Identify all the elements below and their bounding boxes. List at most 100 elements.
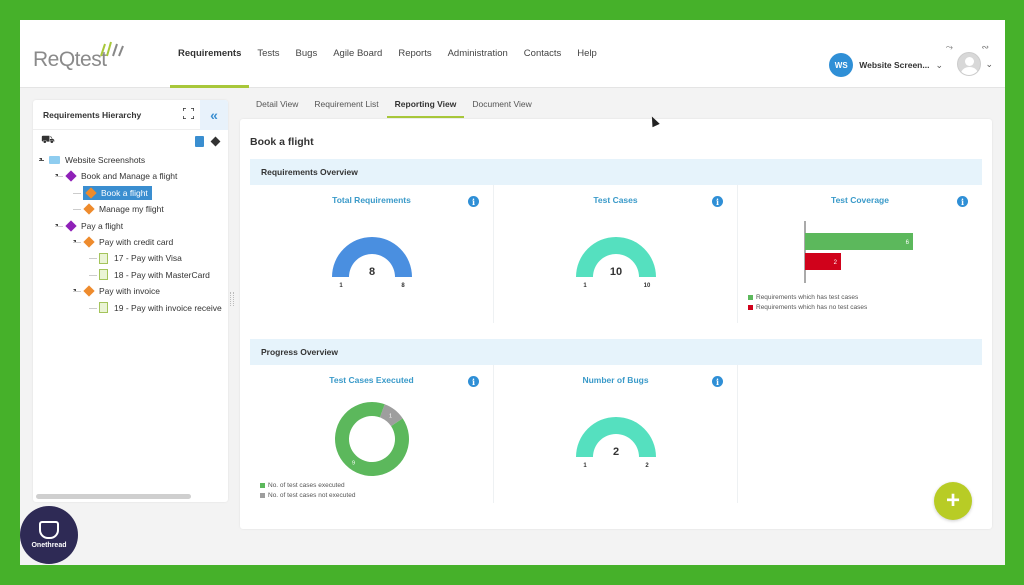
tree-node-label: 19 - Pay with invoice receive: [114, 302, 222, 313]
tree-connector: [73, 291, 81, 293]
tree-node[interactable]: Website Screenshots: [49, 153, 145, 167]
tree-node[interactable]: Pay with credit card: [83, 235, 173, 249]
reporting-view: Book a flight Requirements Overview Tota…: [240, 119, 992, 529]
gauge-min-label: 1: [583, 283, 587, 289]
app-window: ReQtest Requirements Tests Bugs Agile Board…: [20, 20, 1005, 565]
fullscreen-icon[interactable]: [183, 108, 194, 119]
nav-help[interactable]: Help: [569, 20, 605, 88]
gauge-value-label: 10: [610, 266, 622, 278]
tree-node-label: 17 - Pay with Visa: [114, 253, 182, 264]
tab-document-view[interactable]: Document View: [464, 90, 539, 118]
progress-overview-section: Progress Overview Test Cases Executed i 1 9…: [250, 339, 982, 503]
tree-connector: [73, 209, 81, 211]
legend-label: Requirements which has no test cases: [756, 304, 868, 311]
requirements-overview-section: Requirements Overview Total Requirements…: [250, 159, 982, 323]
section-heading: Progress Overview: [250, 339, 982, 365]
account-switcher[interactable]: WS Website Screen... ⌄: [829, 53, 943, 77]
tree-node[interactable]: Manage my flight: [83, 202, 164, 216]
top-bar: ReQtest Requirements Tests Bugs Agile Board…: [20, 20, 1005, 88]
add-document-icon[interactable]: [195, 136, 204, 147]
nav-administration[interactable]: Administration: [440, 20, 516, 88]
tree-connector: [89, 274, 97, 276]
expand-toggle-icon[interactable]: [39, 158, 44, 161]
tree-node-label: Book a flight: [101, 187, 148, 198]
tree-node[interactable]: Book a flight: [83, 185, 152, 200]
legend-label: No. of test cases executed: [268, 482, 345, 489]
legend-item[interactable]: No. of test cases executed: [260, 481, 355, 491]
nav-agile-board[interactable]: Agile Board: [325, 20, 390, 88]
test-cases-card: Test Cases i 10 1 10: [494, 185, 738, 323]
epic-icon: [65, 219, 77, 232]
chart-gauge: 10 1 10: [576, 237, 656, 289]
logo[interactable]: ReQtest: [33, 41, 124, 72]
user-menu[interactable]: ⌄: [957, 52, 993, 76]
page-title: Book a flight: [250, 136, 314, 148]
account-avatar: WS: [829, 53, 854, 77]
tab-reporting-view[interactable]: Reporting View: [386, 90, 465, 118]
view-tabs: Detail View Requirement List Reporting Vie…: [248, 90, 540, 118]
nav-bugs[interactable]: Bugs: [288, 20, 326, 88]
tree-node-label: Manage my flight: [99, 204, 164, 215]
tree-connector: [55, 176, 63, 178]
gauge-max-label: 10: [644, 283, 651, 289]
test-coverage-card: Test Coverage i 6 2 Requirements which has t…: [738, 185, 982, 323]
legend-swatch: [260, 492, 265, 498]
sidebar-header: Requirements Hierarchy «: [33, 100, 228, 130]
legend-item[interactable]: No. of test cases not executed: [260, 491, 355, 501]
legend-label: No. of test cases not executed: [268, 492, 356, 499]
tree-node[interactable]: 17 - Pay with Visa: [99, 251, 182, 265]
total-requirements-card: Total Requirements i 8 1 8: [250, 185, 494, 323]
file-icon: [99, 302, 108, 314]
gauge-value-label: 8: [369, 266, 375, 278]
requirements-sidebar: Requirements Hierarchy « ⛟ Website Scree…: [33, 100, 228, 502]
tree-node-label: Pay with invoice: [99, 286, 160, 297]
bar: [805, 233, 913, 250]
import-icon[interactable]: ⛟: [41, 134, 55, 148]
file-icon: [99, 252, 108, 264]
tree-node[interactable]: 19 - Pay with invoice receive: [99, 301, 222, 315]
tree-connector: [73, 192, 81, 194]
tree-connector: [55, 225, 63, 227]
user-avatar-icon: [957, 52, 982, 76]
tree-node[interactable]: Book and Manage a flight: [65, 169, 177, 183]
sidebar-scrollbar[interactable]: [36, 494, 191, 499]
chart-gauge: 8 1 8: [332, 237, 412, 289]
legend-swatch: [260, 482, 265, 488]
onethread-logo-icon: [39, 521, 59, 539]
sidebar-toolbar: ⛟: [33, 130, 228, 154]
sidebar-resize-handle[interactable]: [230, 292, 234, 306]
add-button[interactable]: +: [934, 482, 972, 520]
requirement-icon: [83, 285, 95, 297]
tree-node-label: Book and Manage a flight: [81, 171, 178, 182]
file-icon: [99, 269, 108, 281]
tab-requirement-list[interactable]: Requirement List: [306, 90, 386, 118]
tab-detail-view[interactable]: Detail View: [248, 90, 306, 118]
tree-node-label: Pay a flight: [81, 220, 124, 231]
sidebar-title: Requirements Hierarchy: [43, 109, 142, 120]
tree-connector: [89, 307, 97, 309]
nav-tests[interactable]: Tests: [249, 20, 287, 88]
gauge-max-label: 8: [401, 283, 405, 289]
nav-requirements[interactable]: Requirements: [170, 20, 250, 88]
epic-icon: [65, 170, 77, 183]
legend-swatch: [748, 304, 753, 310]
tree-node[interactable]: Pay with invoice: [83, 284, 160, 298]
legend-item[interactable]: Requirements which has test cases: [748, 293, 867, 303]
tree-node-label: Website Screenshots: [65, 155, 146, 165]
add-epic-icon[interactable]: [210, 136, 221, 147]
section-heading: Requirements Overview: [250, 159, 982, 185]
requirement-icon: [83, 203, 95, 215]
tree-node[interactable]: Pay a flight: [65, 219, 123, 233]
decoration-icon: ⤳: [945, 42, 953, 52]
legend-item[interactable]: Requirements which has no test cases: [748, 303, 867, 313]
nav-contacts[interactable]: Contacts: [516, 20, 570, 88]
tree-node-label: 18 - Pay with MasterCard: [114, 269, 210, 280]
tree-connector: [89, 258, 97, 260]
legend-swatch: [748, 294, 753, 300]
collapse-sidebar-button[interactable]: «: [200, 100, 228, 130]
legend-label: Requirements which has test cases: [756, 294, 859, 301]
tree-node[interactable]: 18 - Pay with MasterCard: [99, 268, 210, 282]
gauge-min-label: 1: [583, 463, 587, 469]
nav-reports[interactable]: Reports: [390, 20, 439, 88]
folder-icon: [49, 156, 60, 164]
